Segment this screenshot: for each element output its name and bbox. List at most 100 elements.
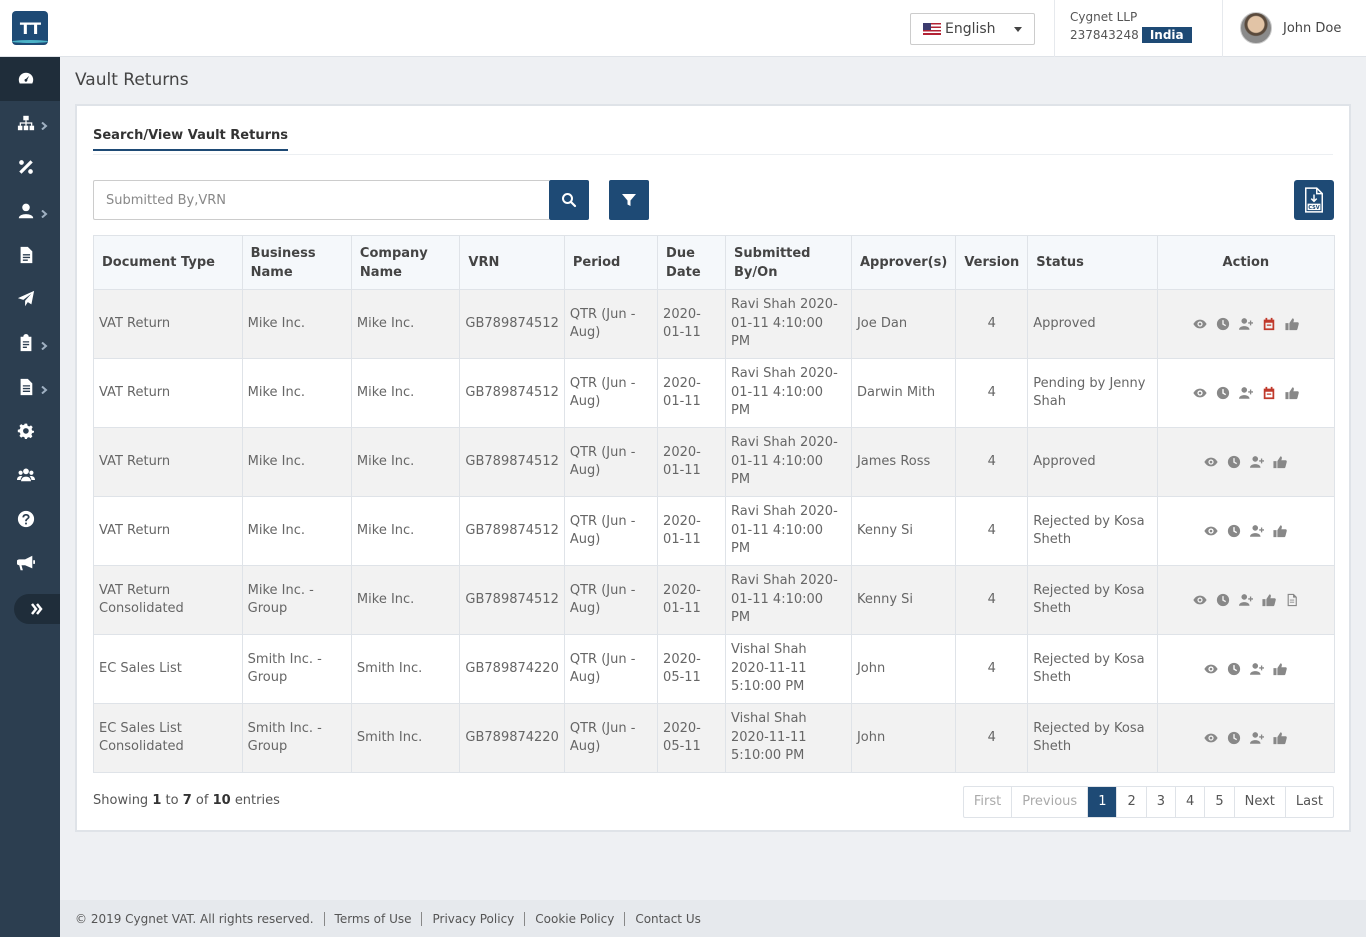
cookie-link[interactable]: Cookie Policy bbox=[535, 912, 614, 926]
user-menu[interactable]: John Doe bbox=[1240, 12, 1341, 44]
content-card: Search/View Vault Returns CSV Document T… bbox=[75, 104, 1351, 832]
col-company-name[interactable]: Company Name bbox=[350, 235, 461, 290]
page-first-button[interactable]: First bbox=[964, 787, 1011, 817]
col-status[interactable]: Status bbox=[1027, 235, 1158, 290]
footer-divider bbox=[323, 911, 325, 926]
expand-sidebar-button[interactable] bbox=[14, 594, 60, 624]
clock-icon[interactable] bbox=[1216, 593, 1230, 607]
cell-approver: John bbox=[850, 634, 957, 704]
thumbs-up-icon[interactable] bbox=[1273, 662, 1288, 676]
cell-company-name: Smith Inc. bbox=[350, 634, 461, 704]
sidebar-item-percent[interactable] bbox=[0, 145, 60, 189]
col-due-date[interactable]: Due Date bbox=[657, 235, 727, 290]
user-plus-icon[interactable] bbox=[1250, 455, 1265, 469]
thumbs-up-icon[interactable] bbox=[1285, 386, 1299, 400]
col-period[interactable]: Period bbox=[563, 235, 659, 290]
cell-approver: Joe Dan bbox=[850, 289, 957, 359]
sidebar-item-paper-plane[interactable] bbox=[0, 277, 60, 321]
cell-period: QTR (Jun - Aug) bbox=[563, 565, 659, 635]
col-submitted[interactable]: Submitted By/On bbox=[725, 235, 852, 290]
cell-vrn: GB789874512 bbox=[459, 427, 565, 497]
sidebar-item-document[interactable] bbox=[0, 233, 60, 277]
user-plus-icon[interactable] bbox=[1250, 524, 1265, 538]
terms-link[interactable]: Terms of Use bbox=[335, 912, 412, 926]
sidebar-item-help[interactable] bbox=[0, 497, 60, 541]
user-plus-icon[interactable] bbox=[1238, 386, 1253, 400]
thumbs-up-icon[interactable] bbox=[1273, 731, 1288, 745]
eye-icon[interactable] bbox=[1204, 662, 1218, 676]
gear-icon bbox=[17, 422, 35, 440]
cell-business-name: Mike Inc. bbox=[241, 289, 352, 359]
eye-icon[interactable] bbox=[1193, 386, 1207, 400]
filter-button[interactable] bbox=[609, 180, 649, 220]
col-document-type[interactable]: Document Type bbox=[93, 235, 243, 290]
clock-icon[interactable] bbox=[1227, 455, 1241, 469]
eye-icon[interactable] bbox=[1204, 731, 1218, 745]
eye-icon[interactable] bbox=[1204, 524, 1218, 538]
cell-period: QTR (Jun - Aug) bbox=[563, 358, 659, 428]
clock-icon[interactable] bbox=[1216, 317, 1230, 331]
thumbs-up-icon[interactable] bbox=[1273, 524, 1288, 538]
col-business-name[interactable]: Business Name bbox=[241, 235, 352, 290]
user-plus-icon[interactable] bbox=[1250, 731, 1265, 745]
user-name: John Doe bbox=[1283, 20, 1342, 36]
thumbs-up-icon[interactable] bbox=[1262, 593, 1276, 607]
sidebar-item-sitemap[interactable] bbox=[0, 101, 60, 145]
cell-version: 4 bbox=[955, 703, 1029, 773]
clock-icon[interactable] bbox=[1216, 386, 1230, 400]
clipboard-icon bbox=[17, 334, 35, 352]
search-input[interactable] bbox=[93, 180, 549, 220]
contact-link[interactable]: Contact Us bbox=[635, 912, 701, 926]
info-of-word: of bbox=[195, 793, 209, 808]
sidebar-item-gear[interactable] bbox=[0, 409, 60, 453]
app-logo[interactable]: TT bbox=[12, 11, 48, 45]
thumbs-up-icon[interactable] bbox=[1285, 317, 1299, 331]
page-last-button[interactable]: Last bbox=[1284, 787, 1333, 817]
cell-status: Approved bbox=[1027, 427, 1158, 497]
cell-document-type: VAT Return bbox=[93, 496, 243, 566]
calendar-icon[interactable] bbox=[1262, 317, 1276, 331]
users-icon bbox=[17, 466, 35, 484]
company-info: Cygnet LLP 237843248 India bbox=[1054, 0, 1223, 57]
sidebar-item-dashboard[interactable] bbox=[0, 57, 60, 101]
cell-actions bbox=[1156, 358, 1336, 428]
chevron-right-icon bbox=[40, 383, 48, 395]
page-2-button[interactable]: 2 bbox=[1116, 787, 1145, 817]
clock-icon[interactable] bbox=[1227, 524, 1241, 538]
csv-download-icon: CSV bbox=[1305, 187, 1323, 213]
calendar-icon[interactable] bbox=[1262, 386, 1276, 400]
sidebar-item-users[interactable] bbox=[0, 453, 60, 497]
sidebar-item-user[interactable] bbox=[0, 189, 60, 233]
document-icon bbox=[17, 246, 35, 264]
col-approvers[interactable]: Approver(s) bbox=[850, 235, 957, 290]
language-select[interactable]: English bbox=[910, 13, 1035, 45]
clock-icon[interactable] bbox=[1227, 662, 1241, 676]
eye-icon[interactable] bbox=[1193, 593, 1207, 607]
chevron-right-icon bbox=[40, 119, 48, 131]
privacy-link[interactable]: Privacy Policy bbox=[432, 912, 514, 926]
col-version[interactable]: Version bbox=[955, 235, 1029, 290]
page-1-button[interactable]: 1 bbox=[1087, 787, 1117, 817]
sidebar-item-clipboard[interactable] bbox=[0, 321, 60, 365]
thumbs-up-icon[interactable] bbox=[1273, 455, 1288, 469]
col-vrn[interactable]: VRN bbox=[459, 235, 565, 290]
cell-company-name: Mike Inc. bbox=[350, 427, 461, 497]
page-previous-button[interactable]: Previous bbox=[1011, 787, 1087, 817]
eye-icon[interactable] bbox=[1204, 455, 1218, 469]
page-5-button[interactable]: 5 bbox=[1204, 787, 1233, 817]
export-csv-button[interactable]: CSV bbox=[1294, 180, 1334, 220]
search-button[interactable] bbox=[549, 180, 589, 220]
document-icon[interactable] bbox=[1285, 593, 1299, 607]
sidebar-item-megaphone[interactable] bbox=[0, 541, 60, 585]
sidebar-item-file[interactable] bbox=[0, 365, 60, 409]
user-plus-icon[interactable] bbox=[1250, 662, 1265, 676]
tab-search-view[interactable]: Search/View Vault Returns bbox=[93, 128, 288, 151]
eye-icon[interactable] bbox=[1193, 317, 1207, 331]
cell-document-type: VAT Return bbox=[93, 289, 243, 359]
page-next-button[interactable]: Next bbox=[1233, 787, 1285, 817]
page-4-button[interactable]: 4 bbox=[1175, 787, 1204, 817]
user-plus-icon[interactable] bbox=[1238, 317, 1253, 331]
user-plus-icon[interactable] bbox=[1238, 593, 1253, 607]
clock-icon[interactable] bbox=[1227, 731, 1241, 745]
page-3-button[interactable]: 3 bbox=[1145, 787, 1175, 817]
